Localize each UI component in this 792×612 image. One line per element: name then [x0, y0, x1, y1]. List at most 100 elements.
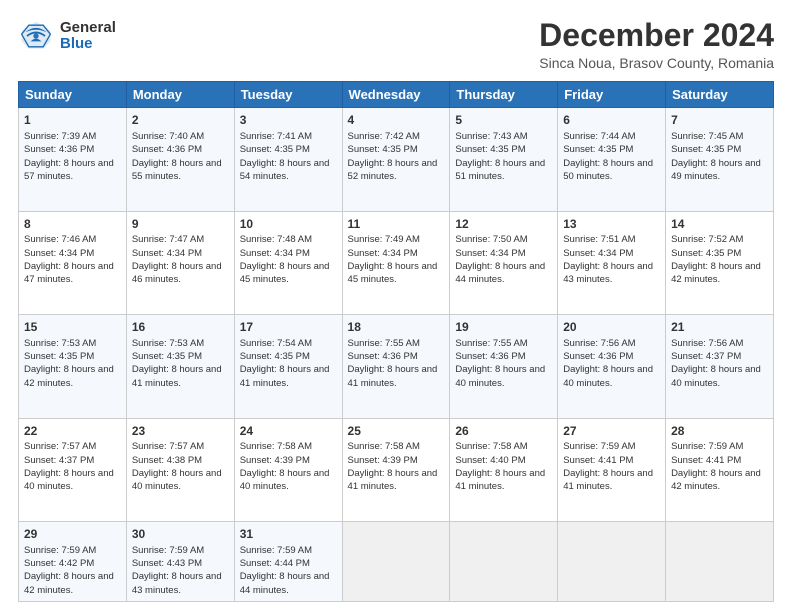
day-number: 21 — [671, 319, 768, 336]
sunset-text: Sunset: 4:34 PM — [563, 248, 633, 259]
table-row: 5 Sunrise: 7:43 AM Sunset: 4:35 PM Dayli… — [450, 108, 558, 211]
header: General Blue December 2024 Sinca Noua, B… — [18, 18, 774, 71]
sunrise-text: Sunrise: 7:59 AM — [240, 545, 312, 556]
day-number: 18 — [348, 319, 445, 336]
day-number: 20 — [563, 319, 660, 336]
day-number: 10 — [240, 216, 337, 233]
day-number: 14 — [671, 216, 768, 233]
sunset-text: Sunset: 4:34 PM — [455, 248, 525, 259]
day-number: 8 — [24, 216, 121, 233]
table-row: 14 Sunrise: 7:52 AM Sunset: 4:35 PM Dayl… — [666, 211, 774, 314]
daylight-text: Daylight: 8 hours and 41 minutes. — [348, 364, 438, 388]
daylight-text: Daylight: 8 hours and 41 minutes. — [132, 364, 222, 388]
col-friday: Friday — [558, 82, 666, 108]
sunset-text: Sunset: 4:41 PM — [671, 455, 741, 466]
sunset-text: Sunset: 4:36 PM — [348, 351, 418, 362]
sunset-text: Sunset: 4:35 PM — [671, 248, 741, 259]
daylight-text: Daylight: 8 hours and 47 minutes. — [24, 261, 114, 285]
sunrise-text: Sunrise: 7:48 AM — [240, 234, 312, 245]
table-row: 20 Sunrise: 7:56 AM Sunset: 4:36 PM Dayl… — [558, 315, 666, 418]
table-row: 24 Sunrise: 7:58 AM Sunset: 4:39 PM Dayl… — [234, 418, 342, 521]
day-number: 6 — [563, 112, 660, 129]
table-row: 7 Sunrise: 7:45 AM Sunset: 4:35 PM Dayli… — [666, 108, 774, 211]
sunrise-text: Sunrise: 7:58 AM — [455, 441, 527, 452]
sunset-text: Sunset: 4:37 PM — [24, 455, 94, 466]
sunrise-text: Sunrise: 7:44 AM — [563, 131, 635, 142]
day-number: 11 — [348, 216, 445, 233]
table-row: 9 Sunrise: 7:47 AM Sunset: 4:34 PM Dayli… — [126, 211, 234, 314]
day-number: 22 — [24, 423, 121, 440]
daylight-text: Daylight: 8 hours and 40 minutes. — [563, 364, 653, 388]
sunset-text: Sunset: 4:34 PM — [24, 248, 94, 259]
table-row — [666, 522, 774, 602]
sunset-text: Sunset: 4:35 PM — [132, 351, 202, 362]
col-sunday: Sunday — [19, 82, 127, 108]
day-number: 1 — [24, 112, 121, 129]
calendar-week-row: 22 Sunrise: 7:57 AM Sunset: 4:37 PM Dayl… — [19, 418, 774, 521]
daylight-text: Daylight: 8 hours and 45 minutes. — [348, 261, 438, 285]
sunrise-text: Sunrise: 7:54 AM — [240, 338, 312, 349]
daylight-text: Daylight: 8 hours and 44 minutes. — [455, 261, 545, 285]
calendar-week-row: 1 Sunrise: 7:39 AM Sunset: 4:36 PM Dayli… — [19, 108, 774, 211]
daylight-text: Daylight: 8 hours and 40 minutes. — [240, 468, 330, 492]
sunset-text: Sunset: 4:36 PM — [455, 351, 525, 362]
daylight-text: Daylight: 8 hours and 51 minutes. — [455, 158, 545, 182]
day-number: 16 — [132, 319, 229, 336]
table-row — [450, 522, 558, 602]
table-row: 16 Sunrise: 7:53 AM Sunset: 4:35 PM Dayl… — [126, 315, 234, 418]
sunrise-text: Sunrise: 7:51 AM — [563, 234, 635, 245]
day-number: 25 — [348, 423, 445, 440]
title-block: December 2024 Sinca Noua, Brasov County,… — [539, 18, 774, 71]
sunrise-text: Sunrise: 7:47 AM — [132, 234, 204, 245]
sunrise-text: Sunrise: 7:53 AM — [24, 338, 96, 349]
sunset-text: Sunset: 4:41 PM — [563, 455, 633, 466]
day-number: 5 — [455, 112, 552, 129]
day-number: 26 — [455, 423, 552, 440]
table-row: 26 Sunrise: 7:58 AM Sunset: 4:40 PM Dayl… — [450, 418, 558, 521]
sunrise-text: Sunrise: 7:58 AM — [240, 441, 312, 452]
sunrise-text: Sunrise: 7:42 AM — [348, 131, 420, 142]
daylight-text: Daylight: 8 hours and 40 minutes. — [132, 468, 222, 492]
daylight-text: Daylight: 8 hours and 46 minutes. — [132, 261, 222, 285]
daylight-text: Daylight: 8 hours and 50 minutes. — [563, 158, 653, 182]
sunset-text: Sunset: 4:44 PM — [240, 558, 310, 569]
daylight-text: Daylight: 8 hours and 40 minutes. — [24, 468, 114, 492]
daylight-text: Daylight: 8 hours and 42 minutes. — [671, 468, 761, 492]
day-number: 2 — [132, 112, 229, 129]
table-row: 28 Sunrise: 7:59 AM Sunset: 4:41 PM Dayl… — [666, 418, 774, 521]
calendar-header-row: Sunday Monday Tuesday Wednesday Thursday… — [19, 82, 774, 108]
logo-blue-text: Blue — [60, 36, 116, 53]
daylight-text: Daylight: 8 hours and 41 minutes. — [563, 468, 653, 492]
sunset-text: Sunset: 4:34 PM — [348, 248, 418, 259]
table-row: 21 Sunrise: 7:56 AM Sunset: 4:37 PM Dayl… — [666, 315, 774, 418]
table-row — [342, 522, 450, 602]
day-number: 7 — [671, 112, 768, 129]
table-row: 17 Sunrise: 7:54 AM Sunset: 4:35 PM Dayl… — [234, 315, 342, 418]
day-number: 30 — [132, 526, 229, 543]
daylight-text: Daylight: 8 hours and 42 minutes. — [671, 261, 761, 285]
table-row: 18 Sunrise: 7:55 AM Sunset: 4:36 PM Dayl… — [342, 315, 450, 418]
day-number: 3 — [240, 112, 337, 129]
daylight-text: Daylight: 8 hours and 41 minutes. — [455, 468, 545, 492]
table-row: 15 Sunrise: 7:53 AM Sunset: 4:35 PM Dayl… — [19, 315, 127, 418]
sunset-text: Sunset: 4:35 PM — [348, 144, 418, 155]
sunset-text: Sunset: 4:37 PM — [671, 351, 741, 362]
sunrise-text: Sunrise: 7:41 AM — [240, 131, 312, 142]
logo-icon — [18, 18, 54, 54]
sunset-text: Sunset: 4:35 PM — [240, 144, 310, 155]
sunset-text: Sunset: 4:36 PM — [132, 144, 202, 155]
sunset-text: Sunset: 4:35 PM — [24, 351, 94, 362]
daylight-text: Daylight: 8 hours and 42 minutes. — [24, 364, 114, 388]
sunrise-text: Sunrise: 7:56 AM — [671, 338, 743, 349]
sunrise-text: Sunrise: 7:59 AM — [671, 441, 743, 452]
table-row: 4 Sunrise: 7:42 AM Sunset: 4:35 PM Dayli… — [342, 108, 450, 211]
calendar-table: Sunday Monday Tuesday Wednesday Thursday… — [18, 81, 774, 602]
daylight-text: Daylight: 8 hours and 43 minutes. — [132, 571, 222, 595]
sunrise-text: Sunrise: 7:39 AM — [24, 131, 96, 142]
day-number: 17 — [240, 319, 337, 336]
table-row: 30 Sunrise: 7:59 AM Sunset: 4:43 PM Dayl… — [126, 522, 234, 602]
daylight-text: Daylight: 8 hours and 42 minutes. — [24, 571, 114, 595]
table-row: 6 Sunrise: 7:44 AM Sunset: 4:35 PM Dayli… — [558, 108, 666, 211]
sunset-text: Sunset: 4:36 PM — [24, 144, 94, 155]
sunrise-text: Sunrise: 7:55 AM — [348, 338, 420, 349]
